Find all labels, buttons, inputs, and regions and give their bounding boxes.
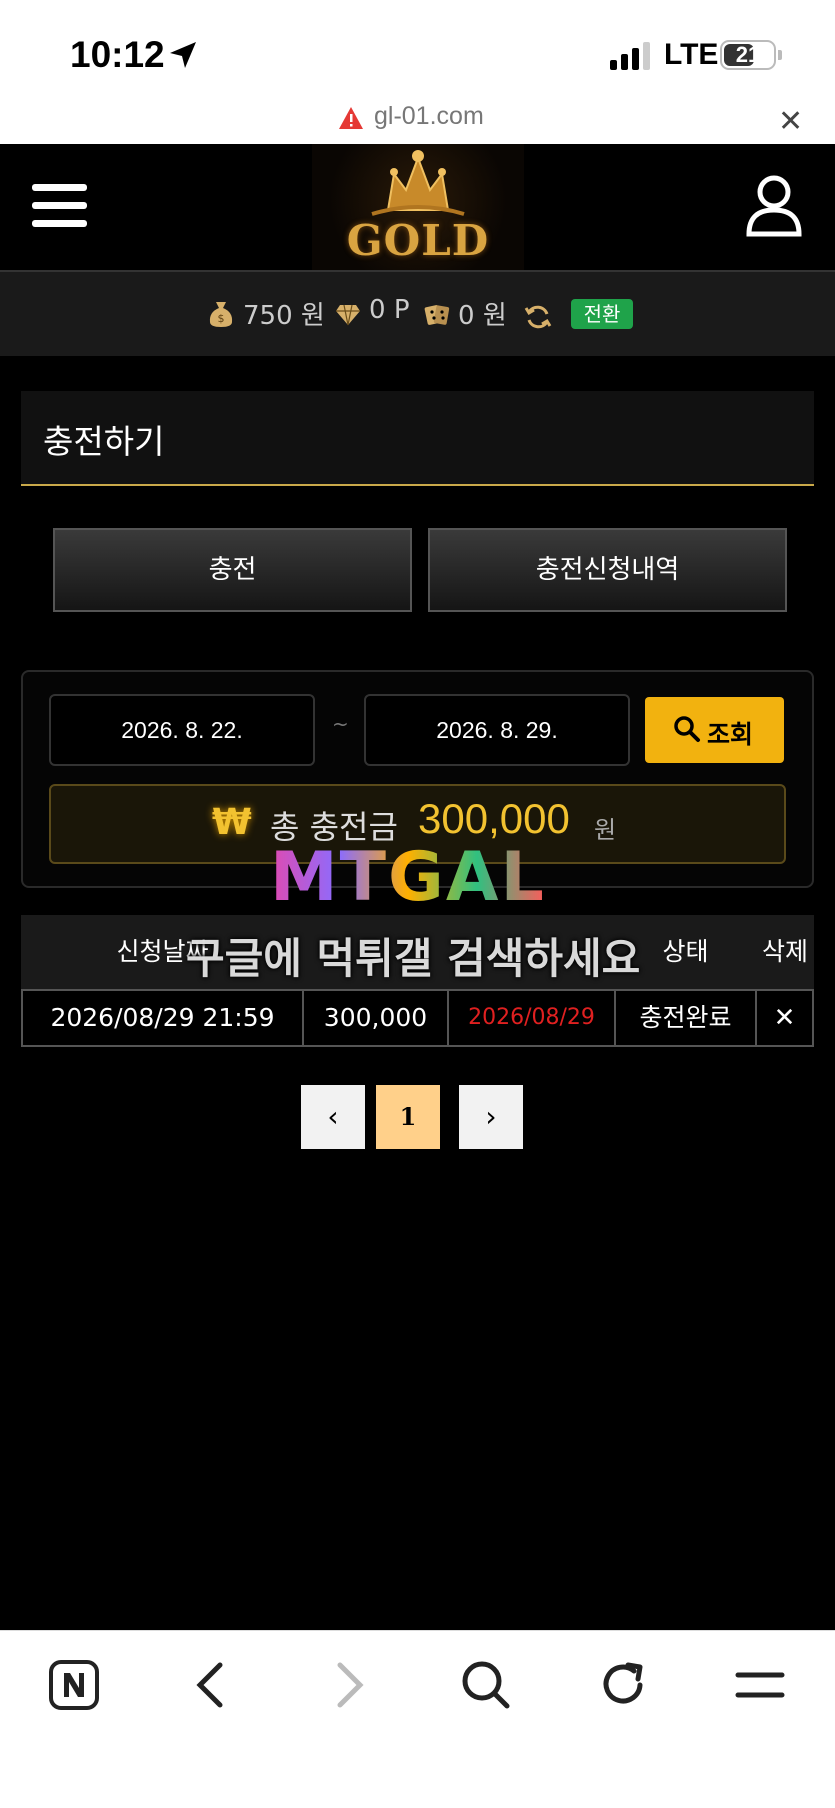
battery-icon: 21 bbox=[720, 40, 776, 70]
network-type: LTE bbox=[664, 38, 719, 71]
logo-text: GOLD bbox=[346, 216, 490, 265]
start-date-input[interactable]: 2026. 8. 22. bbox=[49, 694, 315, 766]
watermark-text: 구글에 먹튀갤 검색하세요 bbox=[186, 934, 641, 983]
tab-charge[interactable]: 충전 bbox=[53, 528, 412, 612]
won-icon: ₩ bbox=[212, 802, 252, 843]
browser-toolbar bbox=[0, 1630, 835, 1808]
search-icon[interactable] bbox=[460, 1659, 512, 1711]
back-icon[interactable] bbox=[190, 1659, 230, 1711]
date-separator: ~ bbox=[332, 712, 349, 736]
close-icon[interactable]: ✕ bbox=[778, 104, 803, 139]
point-value: 0 bbox=[369, 295, 386, 325]
status-bar: 10:12 LTE 21 bbox=[0, 0, 835, 100]
th-delete: 삭제 bbox=[761, 937, 808, 966]
money-bag-icon: $ bbox=[209, 302, 233, 327]
signal-icon bbox=[610, 42, 650, 70]
site-logo[interactable]: GOLD bbox=[312, 144, 524, 270]
refresh-icon[interactable] bbox=[524, 303, 552, 331]
point-balance: 0 P bbox=[369, 295, 410, 325]
end-date-input[interactable]: 2026. 8. 29. bbox=[364, 694, 630, 766]
menu-icon[interactable] bbox=[32, 184, 87, 230]
convert-button[interactable]: 전환 bbox=[571, 299, 633, 329]
cell-process-date: 2026/08/29 bbox=[447, 989, 616, 1047]
cell-amount: 300,000 bbox=[302, 989, 449, 1047]
point-unit: P bbox=[393, 295, 410, 325]
casino-unit: 원 bbox=[482, 301, 507, 331]
cell-date: 2026/08/29 21:59 bbox=[21, 989, 304, 1047]
delete-button[interactable]: ✕ bbox=[755, 989, 814, 1047]
diamond-icon bbox=[336, 304, 360, 326]
battery-level: 21 bbox=[735, 42, 761, 67]
casino-value: 0 bbox=[458, 301, 475, 331]
forward-icon[interactable] bbox=[330, 1659, 370, 1711]
page-title: 충전하기 bbox=[43, 422, 165, 461]
warning-icon bbox=[339, 107, 363, 129]
crown-icon bbox=[371, 150, 465, 216]
page-number-current[interactable]: 1 bbox=[376, 1085, 440, 1149]
cell-status: 충전완료 bbox=[614, 989, 757, 1047]
casino-balance: 0 원 bbox=[458, 295, 507, 332]
naver-home-icon[interactable] bbox=[48, 1659, 100, 1711]
url-bar[interactable]: gl-01.com ✕ bbox=[0, 100, 835, 144]
total-unit: 원 bbox=[594, 816, 617, 844]
reload-icon[interactable] bbox=[598, 1659, 650, 1711]
dice-icon bbox=[424, 305, 450, 325]
site-header: GOLD bbox=[0, 144, 835, 272]
money-unit: 원 bbox=[300, 301, 325, 331]
next-page-button[interactable]: › bbox=[459, 1085, 523, 1149]
location-arrow-icon bbox=[170, 42, 196, 68]
page-title-box: 충전하기 bbox=[21, 391, 814, 486]
battery-nub bbox=[778, 50, 782, 60]
search-button-label: 조회 bbox=[707, 720, 754, 749]
search-icon bbox=[674, 716, 700, 742]
money-value: 750 bbox=[243, 301, 293, 331]
svg-text:$: $ bbox=[218, 312, 225, 325]
menu-icon[interactable] bbox=[734, 1659, 786, 1711]
url-text[interactable]: gl-01.com bbox=[374, 102, 484, 131]
watermark-logo: MTGAL bbox=[270, 838, 546, 917]
tab-charge-history[interactable]: 충전신청내역 bbox=[428, 528, 787, 612]
balance-bar bbox=[0, 272, 835, 356]
money-balance: 750 원 bbox=[243, 295, 325, 332]
search-button[interactable]: 조회 bbox=[645, 697, 784, 763]
clock: 10:12 bbox=[70, 34, 165, 75]
total-amount: 300,000 bbox=[418, 795, 570, 842]
prev-page-button[interactable]: ‹ bbox=[301, 1085, 365, 1149]
user-icon[interactable] bbox=[744, 174, 804, 238]
